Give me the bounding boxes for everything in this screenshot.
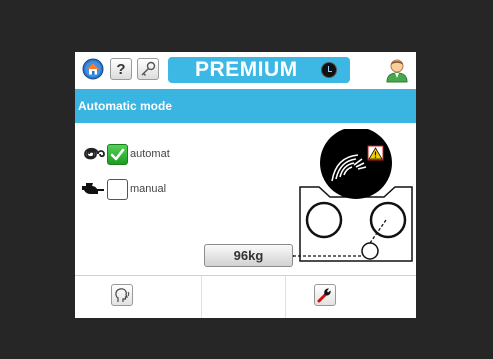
user-icon[interactable]: [385, 57, 409, 83]
checkmark-icon: [110, 148, 125, 160]
help-label: ?: [116, 60, 126, 78]
warning-icon: [367, 145, 384, 161]
automat-label: automat: [130, 148, 170, 160]
top-toolbar: ? PREMIUM: [75, 52, 416, 89]
wrench-icon: [317, 288, 331, 303]
home-button[interactable]: [82, 58, 104, 80]
weight-disc: [361, 242, 379, 260]
clock-icon: [321, 62, 337, 78]
key-icon: [141, 61, 156, 76]
home-icon: [82, 58, 104, 80]
weight-value: 96kg: [233, 248, 264, 263]
head-sound-icon: [115, 288, 130, 302]
help-button[interactable]: ?: [110, 58, 132, 80]
device-screen: ? PREMIUM Automatic mode automat manual …: [75, 52, 416, 318]
settings-button[interactable]: [314, 284, 336, 306]
hand-icon: [82, 183, 104, 194]
key-button[interactable]: [137, 58, 159, 80]
manual-checkbox[interactable]: [107, 178, 128, 200]
right-roller: [369, 201, 407, 239]
weight-display: 96kg: [204, 244, 293, 267]
automat-checkbox[interactable]: [107, 143, 128, 165]
premium-label: PREMIUM: [195, 58, 298, 81]
mode-option-automat[interactable]: automat: [80, 141, 170, 167]
machine-diagram: [292, 129, 413, 262]
left-roller: [305, 201, 343, 239]
mode-option-manual[interactable]: manual: [80, 176, 166, 202]
page-title: Automatic mode: [78, 99, 173, 113]
bottom-divider: [285, 276, 286, 318]
bottom-divider: [201, 276, 202, 318]
spiral-icon: [84, 147, 105, 160]
manual-label: manual: [130, 183, 167, 195]
bottom-bar: [75, 275, 416, 318]
title-bar: Automatic mode: [75, 89, 416, 123]
sound-button[interactable]: [111, 284, 133, 306]
